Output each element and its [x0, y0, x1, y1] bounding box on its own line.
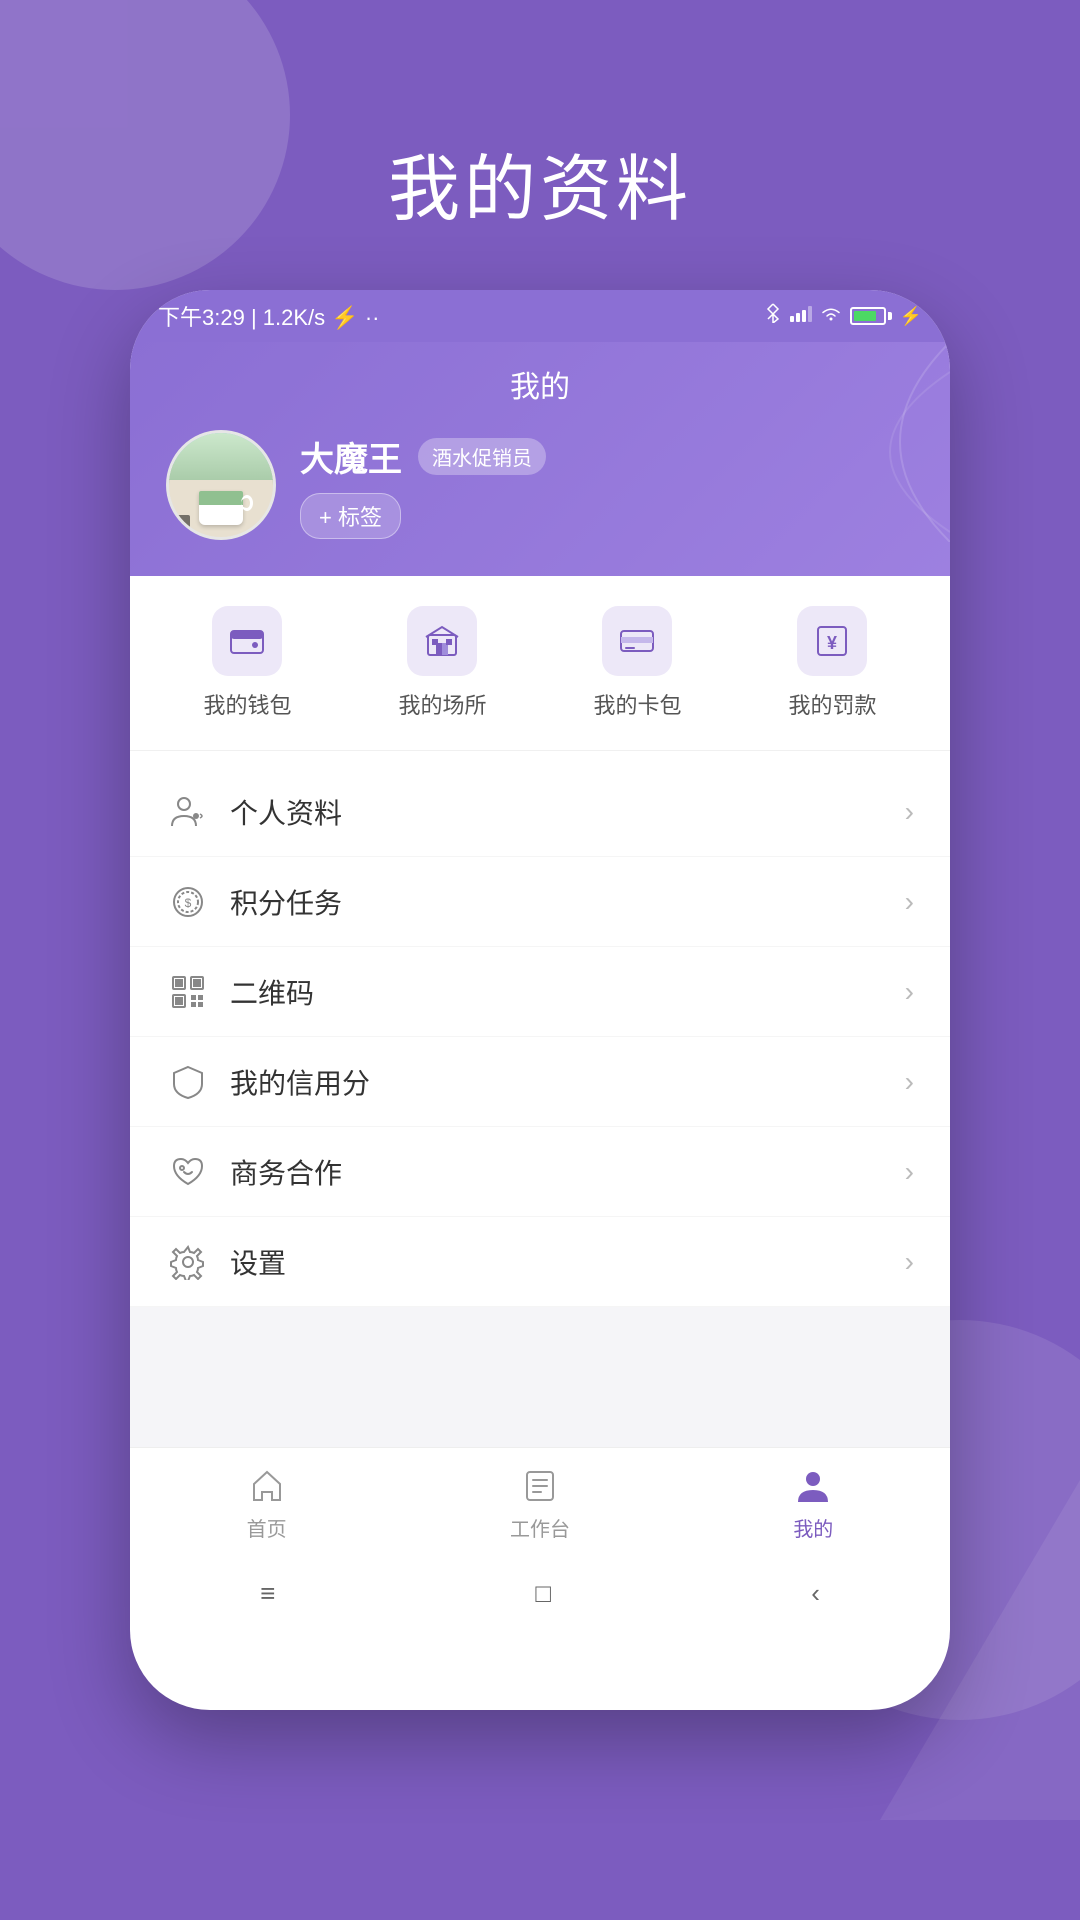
- venue-icon: [422, 621, 462, 661]
- menu-item-points[interactable]: $ 积分任务 ›: [130, 857, 950, 947]
- home-nav-label: 首页: [247, 1513, 287, 1542]
- menu-list: 个人资料 › $ 积分任务 ›: [130, 767, 950, 1307]
- status-time: 下午3:29: [158, 305, 245, 330]
- menu-credit-label: 我的信用分: [230, 1062, 905, 1102]
- avatar-image: ⚠: [169, 433, 273, 537]
- status-bar: 下午3:29 | 1.2K/s ⚡ ··: [130, 290, 950, 342]
- menu-item-qrcode[interactable]: 二维码 ›: [130, 947, 950, 1037]
- network-icon: ⚡: [331, 305, 358, 330]
- chevron-credit: ›: [905, 1066, 914, 1098]
- avatar[interactable]: ⚠: [166, 430, 276, 540]
- card-label: 我的卡包: [593, 688, 681, 720]
- profile-nav-title: 我的: [166, 362, 914, 406]
- quick-item-card[interactable]: 我的卡包: [593, 606, 681, 720]
- chevron-settings: ›: [905, 1246, 914, 1278]
- profile-details: 大魔王 酒水促销员 + 标签: [300, 432, 914, 539]
- chevron-profile: ›: [905, 796, 914, 828]
- system-home-button[interactable]: □: [535, 1578, 551, 1609]
- quick-item-venue[interactable]: 我的场所: [398, 606, 486, 720]
- workspace-nav-label: 工作台: [510, 1513, 570, 1542]
- menu-profile-label: 个人资料: [230, 792, 905, 832]
- user-icon: [166, 790, 210, 834]
- system-nav-bar: ≡ □ ‹: [130, 1557, 950, 1629]
- wallet-label: 我的钱包: [203, 688, 291, 720]
- menu-settings-label: 设置: [230, 1242, 905, 1282]
- mine-nav-label: 我的: [793, 1513, 833, 1542]
- heart-icon: [166, 1150, 210, 1194]
- card-icon-bg: [602, 606, 672, 676]
- nav-item-home[interactable]: 首页: [130, 1463, 403, 1542]
- wallet-icon: [227, 621, 267, 661]
- system-menu-button[interactable]: ≡: [260, 1578, 275, 1609]
- venue-icon-bg: [407, 606, 477, 676]
- profile-role-badge: 酒水促销员: [418, 438, 546, 475]
- fine-label: 我的罚款: [788, 688, 876, 720]
- qr-icon: [166, 970, 210, 1014]
- page-title: 我的资料: [0, 130, 1080, 235]
- bluetooth-icon: [764, 303, 782, 329]
- fine-icon: ¥: [812, 621, 852, 661]
- wifi-icon: [820, 305, 842, 328]
- menu-item-credit[interactable]: 我的信用分 ›: [130, 1037, 950, 1127]
- profile-info: ⚠ 大魔王 酒水促销员 + 标签: [166, 430, 914, 540]
- dots-icon: ··: [365, 305, 380, 330]
- battery-indicator: [850, 307, 892, 325]
- quick-access-bar: 我的钱包 我的场所: [130, 576, 950, 751]
- fine-icon-bg: ¥: [797, 606, 867, 676]
- svg-text:$: $: [185, 896, 192, 910]
- signal-icon: [790, 305, 812, 328]
- menu-qrcode-label: 二维码: [230, 972, 905, 1012]
- status-network: 1.2K/s: [263, 305, 325, 330]
- coin-icon: $: [166, 880, 210, 924]
- content-spacer: [130, 1307, 950, 1447]
- chevron-qrcode: ›: [905, 976, 914, 1008]
- tag-button-label: + 标签: [319, 500, 382, 532]
- card-icon: [617, 621, 657, 661]
- shield-icon: [166, 1060, 210, 1104]
- menu-item-settings[interactable]: 设置 ›: [130, 1217, 950, 1307]
- profile-name-row: 大魔王 酒水促销员: [300, 432, 914, 481]
- nav-item-mine[interactable]: 我的: [677, 1463, 950, 1542]
- venue-label: 我的场所: [398, 688, 486, 720]
- system-back-button[interactable]: ‹: [811, 1578, 820, 1609]
- menu-item-business[interactable]: 商务合作 ›: [130, 1127, 950, 1217]
- phone-mockup: 下午3:29 | 1.2K/s ⚡ ··: [130, 290, 950, 1710]
- home-nav-icon: [245, 1463, 289, 1507]
- add-tag-button[interactable]: + 标签: [300, 493, 401, 539]
- wallet-icon-bg: [212, 606, 282, 676]
- chevron-points: ›: [905, 886, 914, 918]
- bottom-navigation: 首页 工作台 我的: [130, 1447, 950, 1557]
- quick-item-fine[interactable]: ¥ 我的罚款: [788, 606, 876, 720]
- quick-item-wallet[interactable]: 我的钱包: [203, 606, 291, 720]
- svg-text:¥: ¥: [827, 633, 837, 653]
- workspace-nav-icon: [518, 1463, 562, 1507]
- status-time-network: 下午3:29 | 1.2K/s ⚡ ··: [158, 300, 379, 332]
- menu-points-label: 积分任务: [230, 882, 905, 922]
- nav-item-workspace[interactable]: 工作台: [403, 1463, 676, 1542]
- gear-icon: [166, 1240, 210, 1284]
- menu-business-label: 商务合作: [230, 1152, 905, 1192]
- charging-icon: ⚡: [900, 306, 922, 327]
- profile-header: 我的 ⚠: [130, 342, 950, 576]
- status-icons: ⚡: [764, 303, 922, 329]
- chevron-business: ›: [905, 1156, 914, 1188]
- menu-item-profile[interactable]: 个人资料 ›: [130, 767, 950, 857]
- mine-nav-icon: [791, 1463, 835, 1507]
- profile-username: 大魔王: [300, 432, 402, 481]
